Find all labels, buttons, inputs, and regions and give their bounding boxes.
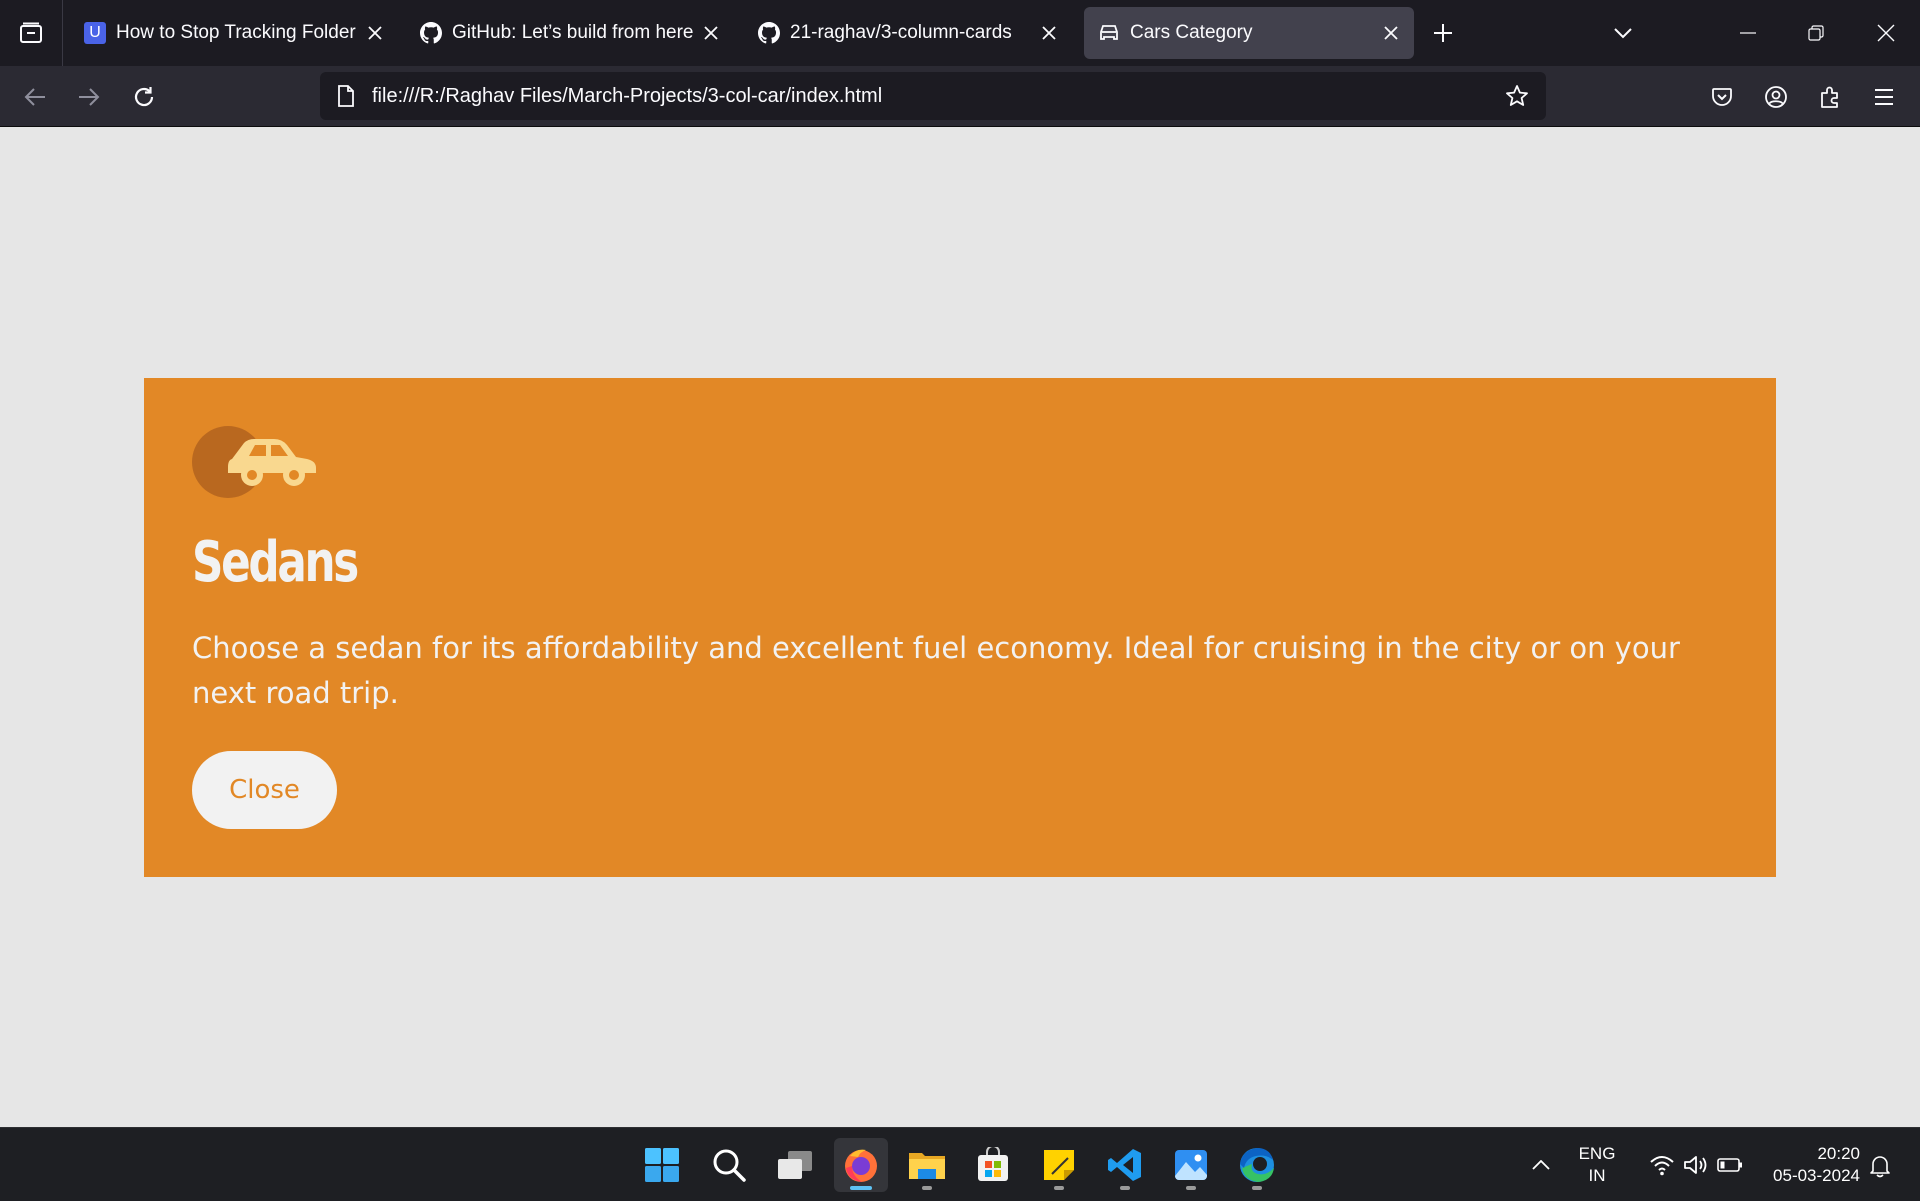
- back-button[interactable]: [18, 80, 52, 114]
- pocket-icon: [1712, 88, 1732, 106]
- bookmark-star-button[interactable]: [1502, 81, 1532, 111]
- puzzle-icon: [1821, 86, 1838, 108]
- sedan-car-icon: [192, 426, 316, 498]
- start-button[interactable]: [635, 1138, 689, 1192]
- chevron-up-icon: [1532, 1160, 1550, 1170]
- close-button[interactable]: Close: [192, 751, 337, 829]
- language-code: ENG: [1578, 1144, 1616, 1163]
- close-icon: [1877, 24, 1895, 42]
- close-window-button[interactable]: [1852, 0, 1920, 66]
- tab-title: 21-raghav/3-column-cards: [790, 22, 1012, 43]
- language-indicator[interactable]: ENG IN: [1570, 1142, 1624, 1188]
- running-indicator: [922, 1186, 932, 1190]
- arrow-left-icon: [24, 88, 45, 106]
- show-hidden-icons-button[interactable]: [1526, 1150, 1556, 1180]
- card-description: Choose a sedan for its affordability and…: [192, 631, 1680, 710]
- microsoft-store-icon: [978, 1147, 1008, 1181]
- minimize-button[interactable]: [1714, 0, 1782, 66]
- sedan-card: Sedans Choose a sedan for its affordabil…: [144, 378, 1776, 877]
- running-indicator: [1120, 1186, 1130, 1190]
- task-view-icon: [778, 1151, 812, 1179]
- pocket-button[interactable]: [1705, 80, 1739, 114]
- bell-icon: [1870, 1156, 1890, 1178]
- navigation-toolbar: file:///R:/Raghav Files/March-Projects/3…: [0, 66, 1920, 127]
- card-title: Sedans: [192, 530, 359, 595]
- running-indicator: [1252, 1186, 1262, 1190]
- new-tab-button[interactable]: [1428, 18, 1458, 48]
- region-code: IN: [1588, 1166, 1606, 1185]
- file-explorer-icon: [909, 1153, 945, 1179]
- start-icon: [645, 1148, 679, 1182]
- address-bar[interactable]: file:///R:/Raghav Files/March-Projects/3…: [320, 72, 1546, 120]
- forward-button[interactable]: [72, 80, 106, 114]
- restore-icon: [1808, 25, 1824, 41]
- list-all-tabs-button[interactable]: [1608, 18, 1638, 48]
- taskbar: ENG IN 20:20 05-03-2024: [0, 1127, 1920, 1201]
- notifications-button[interactable]: [1864, 1150, 1896, 1182]
- firefox-icon: [845, 1149, 877, 1182]
- photos-icon: [1175, 1150, 1207, 1180]
- minimize-icon: [1740, 32, 1756, 34]
- taskbar-firefox[interactable]: [834, 1138, 888, 1192]
- taskbar-sticky-notes[interactable]: [1032, 1138, 1086, 1192]
- search-button[interactable]: [702, 1138, 756, 1192]
- hamburger-menu-icon: [1875, 89, 1893, 105]
- quick-settings-button[interactable]: [1636, 1148, 1756, 1182]
- running-indicator: [1186, 1186, 1196, 1190]
- app-menu-button[interactable]: [1867, 80, 1901, 114]
- taskbar-vscode[interactable]: [1098, 1138, 1152, 1192]
- tab-title: Cars Category: [1130, 22, 1253, 43]
- tab-github-repo[interactable]: 21-raghav/3-column-cards: [744, 7, 1072, 59]
- edge-icon: [1240, 1148, 1274, 1182]
- arrow-right-icon: [79, 88, 100, 106]
- u-letter-icon: U: [84, 22, 106, 44]
- task-view-button[interactable]: [768, 1138, 822, 1192]
- firefox-view-icon: [20, 22, 42, 43]
- plus-icon: [1434, 24, 1452, 42]
- clock-date: 05-03-2024: [1773, 1166, 1860, 1185]
- tab-stop-tracking[interactable]: U How to Stop Tracking Folder in: [70, 7, 398, 59]
- tab-close-icon[interactable]: [1378, 20, 1404, 46]
- extensions-button[interactable]: [1813, 80, 1847, 114]
- sticky-notes-icon: [1044, 1150, 1074, 1180]
- taskbar-file-explorer[interactable]: [900, 1138, 954, 1192]
- tab-close-icon[interactable]: [362, 20, 388, 46]
- clock[interactable]: 20:20 05-03-2024: [1756, 1142, 1860, 1188]
- account-button[interactable]: [1759, 80, 1793, 114]
- clock-time: 20:20: [1817, 1144, 1860, 1163]
- volume-icon: [1684, 1156, 1707, 1174]
- running-indicator: [850, 1186, 872, 1190]
- tab-title: How to Stop Tracking Folder in: [116, 22, 362, 43]
- star-icon: [1506, 85, 1528, 106]
- tab-github-home[interactable]: GitHub: Let’s build from here · G: [406, 7, 734, 59]
- wifi-icon: [1650, 1156, 1674, 1176]
- restore-button[interactable]: [1782, 0, 1850, 66]
- github-icon: [758, 22, 780, 44]
- car-icon: [1098, 22, 1120, 44]
- reload-icon: [134, 87, 154, 107]
- tab-cars-category[interactable]: Cars Category: [1084, 7, 1414, 59]
- running-indicator: [1054, 1186, 1064, 1190]
- taskbar-photos[interactable]: [1164, 1138, 1218, 1192]
- vscode-icon: [1108, 1149, 1141, 1181]
- github-icon: [420, 22, 442, 44]
- taskbar-microsoft-store[interactable]: [966, 1138, 1020, 1192]
- account-icon: [1765, 86, 1787, 108]
- tab-strip: U How to Stop Tracking Folder in GitHub:…: [0, 0, 1920, 66]
- battery-icon: [1717, 1158, 1742, 1172]
- firefox-view-button[interactable]: [0, 0, 63, 66]
- tab-close-icon[interactable]: [698, 20, 724, 46]
- tab-close-icon[interactable]: [1036, 20, 1062, 46]
- taskbar-edge[interactable]: [1230, 1138, 1284, 1192]
- chevron-down-icon: [1614, 28, 1632, 39]
- tab-title: GitHub: Let’s build from here · G: [452, 22, 698, 43]
- page-viewport: Sedans Choose a sedan for its affordabil…: [0, 127, 1920, 1127]
- reload-button[interactable]: [127, 80, 161, 114]
- search-icon: [713, 1149, 746, 1182]
- url-text[interactable]: file:///R:/Raghav Files/March-Projects/3…: [372, 85, 1502, 108]
- page-icon: [334, 84, 358, 108]
